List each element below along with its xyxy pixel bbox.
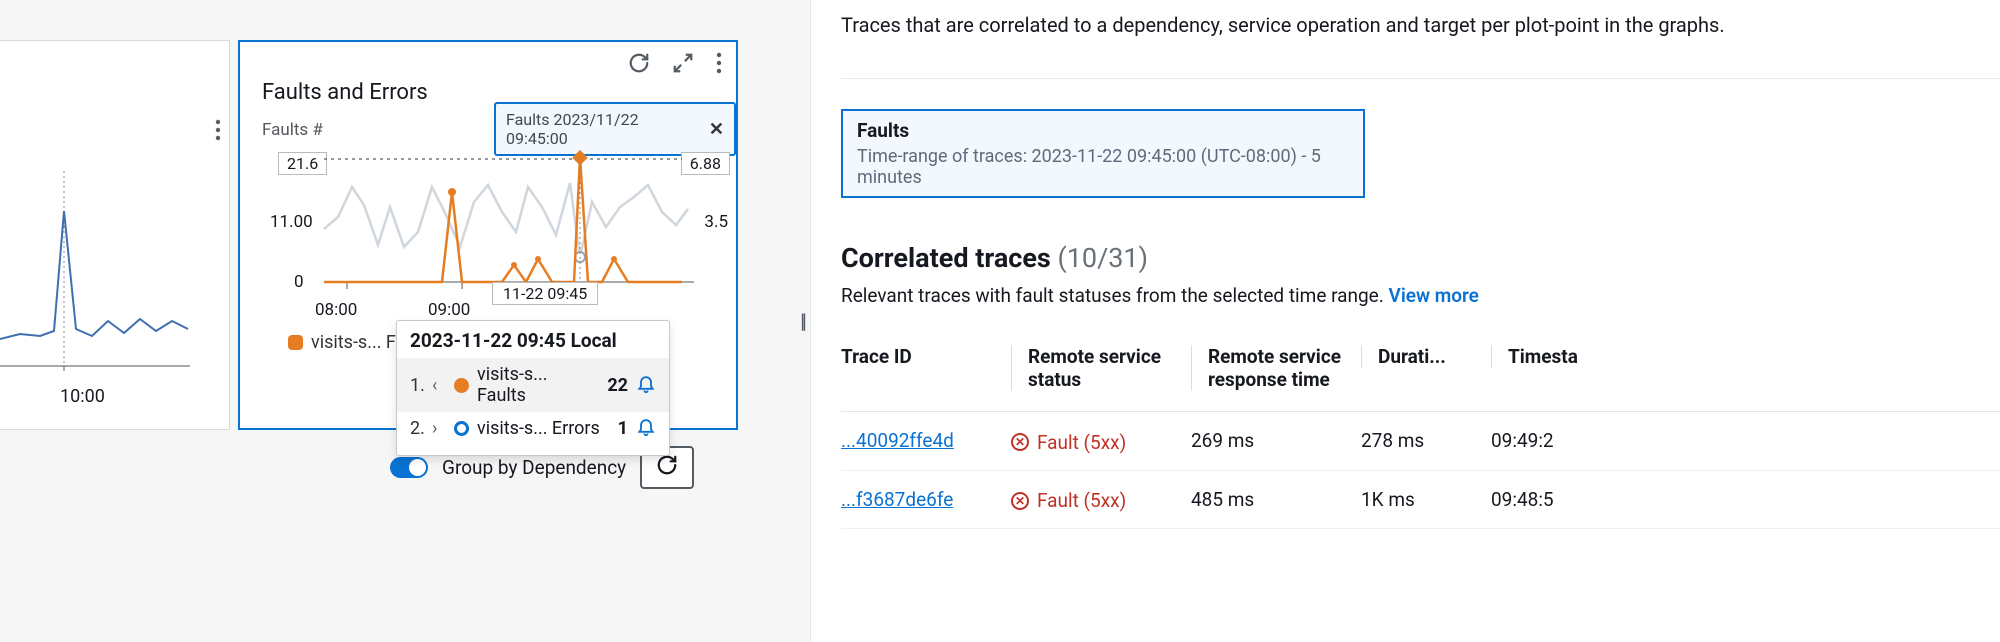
panel-splitter[interactable]: || xyxy=(795,0,809,642)
fault-icon: ✕ xyxy=(1011,492,1029,510)
y-axis-left-label: Faults # xyxy=(262,120,323,140)
table-row: ...40092ffe4d ✕ Fault (5xx) 269 ms 278 m… xyxy=(841,412,2000,471)
kebab-menu-icon[interactable] xyxy=(716,52,722,79)
th-duration[interactable]: Durati... xyxy=(1361,335,1491,412)
splitter-handle-icon: || xyxy=(800,309,804,333)
faults-summary-box: Faults Time-range of traces: 2023-11-22 … xyxy=(841,109,1365,198)
tooltip-row-faults[interactable]: 1. ‹ visits-s... Faults 22 xyxy=(397,358,669,412)
expand-icon[interactable] xyxy=(672,52,694,79)
correlated-traces-table: Trace ID Remote service status Remote se… xyxy=(841,335,2000,529)
th-timestamp[interactable]: Timesta xyxy=(1491,335,2000,412)
selection-chip-label: Faults 2023/11/22 09:45:00 xyxy=(506,110,699,148)
cell-duration: 1K ms xyxy=(1361,470,1491,529)
series-swatch-icon xyxy=(454,378,469,393)
bell-icon[interactable] xyxy=(636,416,656,441)
tooltip-row-errors[interactable]: 2. › visits-s... Errors 1 xyxy=(410,412,656,445)
kebab-menu-icon[interactable] xyxy=(215,119,221,147)
mini-chart-plot xyxy=(0,171,190,371)
legend-swatch-icon xyxy=(288,335,303,350)
cell-timestamp: 09:48:5 xyxy=(1491,470,2000,529)
view-more-link[interactable]: View more xyxy=(1388,284,1478,307)
chart-legend: visits-s... Fa xyxy=(288,332,405,353)
panel-description: Traces that are correlated to a dependen… xyxy=(841,10,2000,40)
th-remote-response-time[interactable]: Remote service response time xyxy=(1191,335,1361,412)
chart-title: Faults and Errors xyxy=(262,80,428,105)
chevron-left-icon[interactable]: ‹ xyxy=(432,375,446,396)
cell-response-time: 485 ms xyxy=(1191,470,1361,529)
trace-id-link[interactable]: ...f3687de6fe xyxy=(841,488,953,511)
trace-id-link[interactable]: ...40092ffe4d xyxy=(841,429,954,452)
th-remote-status[interactable]: Remote service status xyxy=(1011,335,1191,412)
correlated-traces-heading: Correlated traces (10/31) xyxy=(841,242,2000,274)
refresh-icon[interactable] xyxy=(628,52,650,79)
mini-chart-x-label: 10:00 xyxy=(60,386,105,407)
status-badge: ✕ Fault (5xx) xyxy=(1011,431,1126,454)
mini-chart-card: 10:00 xyxy=(0,40,230,430)
group-by-dependency-label: Group by Dependency xyxy=(442,456,626,479)
chevron-right-icon[interactable]: › xyxy=(432,418,446,439)
bell-icon[interactable] xyxy=(636,373,656,398)
left-panel: 10:00 Faults and Errors Faults # # Fault… xyxy=(0,0,790,642)
tooltip-title: 2023-11-22 09:45 Local xyxy=(410,329,656,352)
datapoint-tooltip: 2023-11-22 09:45 Local 1. ‹ visits-s... … xyxy=(396,320,670,456)
cell-response-time: 269 ms xyxy=(1191,412,1361,471)
fault-icon: ✕ xyxy=(1011,433,1029,451)
cell-timestamp: 09:49:2 xyxy=(1491,412,2000,471)
right-panel: Traces that are correlated to a dependen… xyxy=(810,0,2000,642)
legend-text: visits-s... Fa xyxy=(311,332,405,353)
series-swatch-icon xyxy=(454,421,469,436)
status-badge: ✕ Fault (5xx) xyxy=(1011,489,1126,512)
table-row: ...f3687de6fe ✕ Fault (5xx) 485 ms 1K ms… xyxy=(841,470,2000,529)
th-trace-id[interactable]: Trace ID xyxy=(841,335,1011,412)
faults-summary-title: Faults xyxy=(857,119,1349,142)
faults-summary-subtitle: Time-range of traces: 2023-11-22 09:45:0… xyxy=(857,146,1349,188)
correlated-traces-subtitle: Relevant traces with fault statuses from… xyxy=(841,284,2000,307)
group-by-dependency-toggle[interactable] xyxy=(390,457,428,478)
close-icon[interactable]: ✕ xyxy=(709,119,724,140)
hover-x-label: 11-22 09:45 xyxy=(492,282,598,305)
cell-duration: 278 ms xyxy=(1361,412,1491,471)
